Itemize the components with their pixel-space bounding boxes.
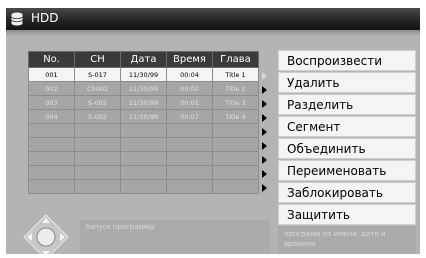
table-row[interactable]: 002 Ch002 11/30/99 00:00 Title 2 [28,81,259,96]
hdd-icon [11,12,23,26]
title-bar: HDD [6,8,420,30]
arrow-right-icon [262,100,267,108]
empty-row [28,165,259,180]
col-date-header: Дата [120,51,167,68]
menu-item-segment[interactable]: Сегмент [278,116,416,137]
menu-item-lock[interactable]: Заблокировать [278,182,416,203]
menu-help-text: программ по имени, дате и времени [278,226,416,254]
empty-row [28,179,259,194]
menu-item-play[interactable]: Воспроизвести [278,50,416,71]
col-chapter-header: Глава [212,51,259,68]
cell-chapter: Title 1 [212,67,259,82]
arrow-right-icon [262,184,267,192]
col-ch-header: CH [74,51,121,68]
cell-date: 11/30/99 [120,81,167,96]
cell-no: 002 [28,81,75,96]
window-title: HDD [31,11,59,25]
arrow-right-icon [262,142,267,150]
cell-time: 00:01 [166,95,213,110]
menu-item-merge[interactable]: Объединить [278,138,416,159]
menu-item-split[interactable]: Разделить [278,94,416,115]
arrow-right-icon [262,170,267,178]
cell-ch: S-002 [74,95,121,110]
title-divider [6,30,420,36]
description-box: Запуск программы [80,220,270,254]
table-header: No. CH Дата Время Глава [28,51,259,68]
arrow-right-icon [262,72,267,80]
cell-chapter: Title 4 [212,109,259,124]
cell-ch: S-002 [74,109,121,124]
arrow-right-icon [262,128,267,136]
cell-chapter: Title 3 [212,95,259,110]
col-time-header: Время [166,51,213,68]
arrow-right-icon [262,156,267,164]
dpad-icon[interactable] [22,213,70,254]
cell-time: 00:00 [166,81,213,96]
action-menu: Воспроизвести Удалить Разделить Сегмент … [278,50,416,254]
cell-date: 11/30/99 [120,109,167,124]
menu-item-rename[interactable]: Переименовать [278,160,416,181]
col-no-header: No. [28,51,75,68]
arrow-right-icon [262,86,267,94]
table-row[interactable]: 001 S-017 11/30/99 00:04 Title 1 [28,67,259,82]
table-row[interactable]: 003 S-002 11/30/99 00:01 Title 3 [28,95,259,110]
table-row[interactable]: 004 S-002 11/30/99 00:07 Title 4 [28,109,259,124]
hdd-screen: HDD No. CH Дата Время Глава 001 S-017 11… [6,8,420,254]
cell-no: 004 [28,109,75,124]
cell-no: 001 [28,67,75,82]
cell-chapter: Title 2 [212,81,259,96]
menu-item-protect[interactable]: Защитить [278,204,416,225]
empty-row [28,137,259,152]
cell-time: 00:04 [166,67,213,82]
cell-time: 00:07 [166,109,213,124]
empty-row [28,123,259,138]
arrow-right-icon [262,114,267,122]
recordings-table: No. CH Дата Время Глава 001 S-017 11/30/… [28,51,259,194]
empty-row [28,151,259,166]
menu-item-delete[interactable]: Удалить [278,72,416,93]
cell-date: 11/30/99 [120,95,167,110]
cell-no: 003 [28,95,75,110]
cell-ch: S-017 [74,67,121,82]
cell-ch: Ch002 [74,81,121,96]
cell-date: 11/30/99 [120,67,167,82]
